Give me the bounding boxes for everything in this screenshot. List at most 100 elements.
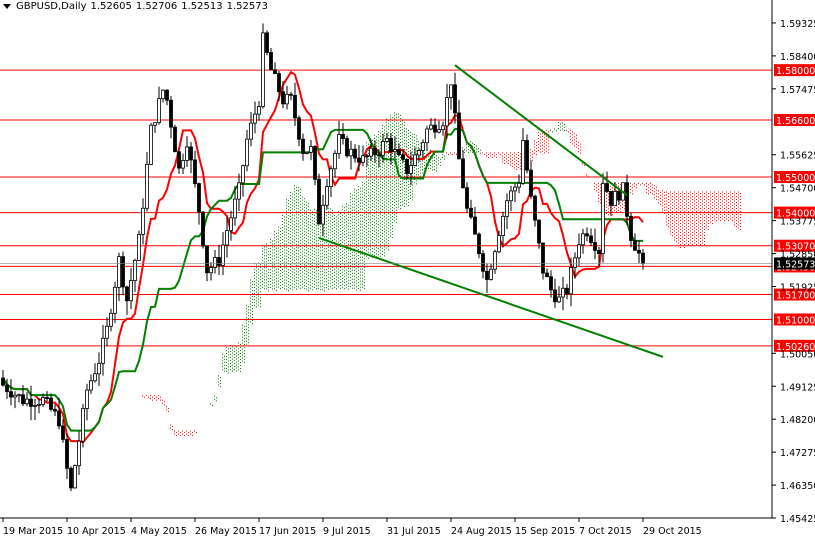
cloud-dot — [298, 283, 299, 285]
cloud-dot — [438, 157, 439, 159]
cloud-dot — [290, 197, 291, 199]
cloud-dot — [234, 354, 235, 356]
cloud-dot — [382, 202, 383, 204]
cloud-dot — [372, 226, 373, 228]
cloud-dot — [734, 197, 735, 199]
cloud-dot — [320, 247, 321, 249]
cloud-dot — [704, 214, 705, 216]
cloud-dot — [350, 256, 351, 258]
candle-body — [377, 154, 381, 157]
cloud-dot — [692, 214, 693, 216]
cloud-dot — [546, 135, 547, 137]
cloud-dot — [220, 376, 221, 378]
cloud-dot — [368, 257, 369, 259]
cloud-dot — [298, 271, 299, 273]
cloud-dot — [342, 274, 343, 276]
cloud-dot — [712, 199, 713, 201]
cloud-dot — [348, 228, 349, 230]
cloud-dot — [668, 220, 669, 222]
cloud-dot — [494, 155, 495, 157]
cloud-dot — [294, 215, 295, 217]
cloud-dot — [382, 178, 383, 180]
cloud-dot — [402, 129, 403, 131]
dropdown-triangle-icon[interactable] — [3, 3, 11, 9]
cloud-dot — [340, 281, 341, 283]
cloud-dot — [466, 144, 467, 146]
cloud-dot — [370, 246, 371, 248]
cloud-dot — [382, 181, 383, 183]
cloud-dot — [350, 211, 351, 213]
cloud-dot — [354, 215, 355, 217]
cloud-dot — [680, 244, 681, 246]
cloud-dot — [260, 276, 261, 278]
cloud-dot — [676, 241, 677, 243]
candle-body — [405, 158, 409, 174]
cloud-dot — [368, 218, 369, 220]
cloud-dot — [706, 218, 707, 220]
cloud-dot — [252, 290, 253, 292]
cloud-dot — [274, 255, 275, 257]
cloud-dot — [342, 205, 343, 207]
cloud-dot — [314, 220, 315, 222]
cloud-dot — [310, 281, 311, 283]
cloud-dot — [298, 241, 299, 243]
cloud-dot — [352, 194, 353, 196]
cloud-dot — [688, 199, 689, 201]
cloud-dot — [360, 220, 361, 222]
cloud-dot — [296, 276, 297, 278]
cloud-dot — [322, 273, 323, 275]
cloud-dot — [736, 205, 737, 207]
cloud-dot — [668, 205, 669, 207]
candle-body — [269, 52, 273, 71]
cloud-dot — [374, 254, 375, 256]
cloud-dot — [372, 235, 373, 237]
cloud-dot — [310, 230, 311, 232]
cloud-dot — [302, 271, 303, 273]
cloud-dot — [390, 187, 391, 189]
cloud-dot — [358, 234, 359, 236]
cloud-dot — [394, 172, 395, 174]
cloud-dot — [360, 268, 361, 270]
cloud-dot — [292, 259, 293, 261]
cloud-dot — [410, 134, 411, 136]
cloud-dot — [740, 229, 741, 231]
cloud-dot — [546, 138, 547, 140]
cloud-dot — [696, 241, 697, 243]
cloud-dot — [618, 209, 619, 211]
cloud-dot — [384, 201, 385, 203]
cloud-dot — [330, 277, 331, 279]
cloud-dot — [470, 150, 471, 152]
cloud-dot — [716, 211, 717, 213]
cloud-dot — [374, 185, 375, 187]
cloud-dot — [274, 279, 275, 281]
cloud-dot — [362, 286, 363, 288]
cloud-dot — [410, 149, 411, 151]
cloud-dot — [662, 202, 663, 204]
cloud-dot — [374, 197, 375, 199]
cloud-dot — [278, 253, 279, 255]
cloud-dot — [352, 236, 353, 238]
cloud-dot — [364, 195, 365, 197]
cloud-dot — [570, 141, 571, 143]
cloud-dot — [296, 285, 297, 287]
cloud-dot — [386, 130, 387, 132]
cloud-dot — [284, 234, 285, 236]
price-chart[interactable]: 1.580001.566001.550001.540001.530701.524… — [0, 0, 815, 538]
ichimoku-cloud — [142, 112, 741, 437]
cloud-dot — [392, 179, 393, 181]
cloud-dot — [388, 246, 389, 248]
cloud-dot — [338, 235, 339, 237]
cloud-dot — [330, 253, 331, 255]
cloud-dot — [392, 188, 393, 190]
cloud-dot — [384, 168, 385, 170]
cloud-dot — [516, 159, 517, 161]
cloud-dot — [170, 424, 171, 426]
cloud-dot — [316, 240, 317, 242]
cloud-dot — [244, 344, 245, 346]
cloud-dot — [414, 136, 415, 138]
cloud-dot — [346, 272, 347, 274]
cloud-dot — [276, 289, 277, 291]
cloud-dot — [694, 242, 695, 244]
cloud-dot — [384, 228, 385, 230]
cloud-dot — [370, 195, 371, 197]
